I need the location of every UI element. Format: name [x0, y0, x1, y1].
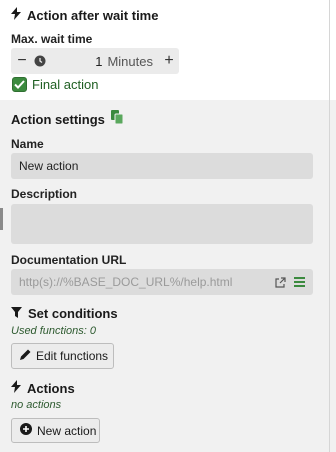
wait-time-unit: Minutes — [107, 53, 153, 69]
max-wait-label: Max. wait time — [11, 32, 93, 46]
increment-button[interactable]: + — [159, 52, 179, 70]
settings-section-title-text: Action settings — [11, 111, 105, 127]
description-label: Description — [11, 187, 78, 201]
description-input[interactable] — [11, 204, 313, 244]
final-action-label[interactable]: Final action — [32, 77, 98, 92]
copy-icon[interactable] — [110, 110, 124, 128]
pencil-icon — [20, 349, 31, 363]
edit-functions-label: Edit functions — [36, 349, 109, 363]
resize-grip[interactable] — [0, 208, 3, 230]
decrement-button[interactable]: − — [11, 52, 33, 70]
new-action-label: New action — [37, 423, 97, 438]
new-action-button[interactable]: New action — [11, 418, 100, 443]
lightning-icon — [11, 7, 21, 23]
conditions-section-title: Set conditions — [11, 306, 118, 321]
wait-section-title: Action after wait time — [11, 7, 158, 23]
doc-url-label: Documentation URL — [11, 253, 127, 267]
doc-url-placeholder: http(s)://%BASE_DOC_URL%/help.html — [19, 275, 233, 289]
wait-time-value[interactable]: 1 — [47, 54, 107, 69]
filter-icon — [11, 306, 22, 321]
external-link-icon[interactable] — [275, 276, 286, 288]
menu-icon[interactable] — [294, 277, 305, 287]
plus-circle-icon — [20, 423, 32, 438]
checkmark-icon — [14, 80, 25, 89]
doc-url-input[interactable]: http(s)://%BASE_DOC_URL%/help.html — [11, 269, 313, 295]
edit-functions-button[interactable]: Edit functions — [11, 343, 114, 369]
conditions-section-title-text: Set conditions — [28, 306, 118, 321]
final-action-checkbox[interactable] — [12, 77, 27, 92]
panel-divider — [329, 0, 330, 452]
actions-section-title-text: Actions — [27, 380, 75, 396]
used-functions-text: Used functions: 0 — [11, 325, 96, 337]
name-label: Name — [11, 137, 44, 151]
clock-icon — [33, 54, 47, 68]
wait-section-title-text: Action after wait time — [27, 7, 159, 23]
wait-time-stepper[interactable]: − 1 Minutes + — [11, 48, 179, 74]
actions-section-title: Actions — [11, 380, 75, 396]
lightning-icon — [11, 380, 21, 396]
name-input[interactable]: New action — [11, 153, 313, 179]
no-actions-text: no actions — [11, 399, 62, 411]
settings-section-title: Action settings — [11, 110, 124, 128]
